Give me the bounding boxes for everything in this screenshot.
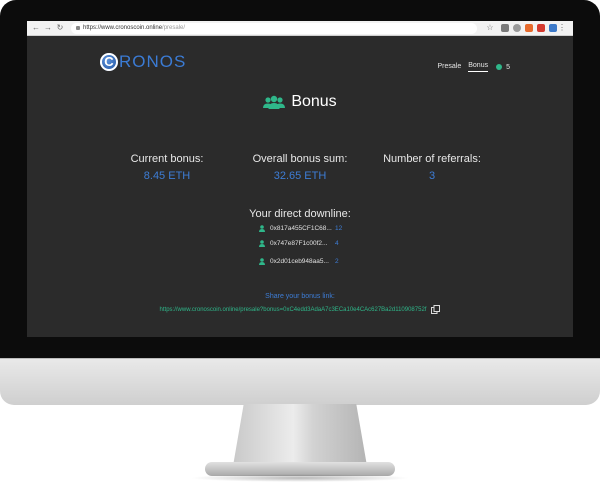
metamask-icon[interactable]	[525, 24, 533, 32]
user-icon	[259, 258, 265, 265]
extension-icon[interactable]	[501, 24, 509, 32]
star-icon[interactable]: ☆	[485, 23, 495, 33]
browser-toolbar: ← → ↻ https://www.cronoscoin.online/pres…	[27, 21, 573, 36]
downline-address: 0x747e87F1c00f2...	[270, 240, 328, 247]
downline-count: 4	[335, 240, 339, 247]
screen: ← → ↻ https://www.cronoscoin.online/pres…	[27, 21, 573, 337]
address-bar[interactable]: https://www.cronoscoin.online/presale/	[71, 22, 477, 34]
downline-address: 0x817a455CF1C68...	[270, 225, 332, 232]
extension-icon[interactable]	[537, 24, 545, 32]
downline-count: 2	[335, 258, 339, 265]
logo-text: RONOS	[119, 52, 187, 71]
share-label: Share your bonus link:	[265, 293, 335, 300]
coin-count: 5	[506, 63, 510, 71]
stat-value: 3	[428, 170, 436, 182]
stat-current-bonus: Current bonus: 8.45 ETH	[97, 153, 237, 182]
stand-shadow	[190, 474, 410, 482]
downline-row[interactable]: 0x747e87F1c00f2... 4	[259, 240, 339, 247]
extension-icon[interactable]	[513, 24, 521, 32]
nav-presale[interactable]: Presale	[438, 63, 462, 72]
user-icon	[259, 240, 265, 247]
url-host: https://www.cronoscoin.online	[83, 25, 163, 31]
stat-value: 8.45 ETH	[143, 170, 191, 182]
stat-value: 32.65 ETH	[273, 170, 327, 182]
reload-icon[interactable]: ↻	[55, 23, 65, 33]
copy-icon[interactable]	[431, 305, 441, 314]
stat-label: Overall bonus sum:	[252, 153, 348, 165]
nav-bonus[interactable]: Bonus	[468, 62, 489, 72]
share-link: https://www.cronoscoin.online/presale?bo…	[27, 305, 573, 314]
monitor-stand	[233, 404, 367, 466]
page-title: Bonus	[27, 93, 573, 111]
site-header: C RONOS Presale Bonus 5	[27, 36, 573, 94]
stat-label: Number of referrals:	[383, 153, 481, 165]
stat-referrals: Number of referrals: 3	[362, 153, 502, 182]
back-icon[interactable]: ←	[31, 23, 41, 33]
shield-icon[interactable]	[549, 24, 557, 32]
users-icon	[263, 95, 286, 109]
downline-address: 0x2d01ceb948aa5...	[270, 258, 329, 265]
share-url[interactable]: https://www.cronoscoin.online/presale?bo…	[160, 307, 427, 313]
coin-icon	[496, 64, 503, 70]
logo[interactable]: C RONOS	[100, 52, 186, 72]
page-title-text: Bonus	[291, 93, 337, 110]
lock-icon	[76, 26, 80, 30]
stat-label: Current bonus:	[130, 153, 204, 165]
url-path: /presale/	[162, 25, 186, 31]
downline-title: Your direct downline:	[249, 208, 351, 220]
stat-overall-bonus: Overall bonus sum: 32.65 ETH	[230, 153, 370, 182]
downline-count: 12	[335, 225, 343, 232]
forward-icon[interactable]: →	[43, 23, 53, 33]
monitor-chin	[0, 358, 600, 405]
site-nav: Presale Bonus 5	[431, 62, 510, 72]
user-icon	[259, 225, 265, 232]
downline-row[interactable]: 0x817a455CF1C68... 12	[259, 225, 342, 232]
downline-row[interactable]: 0x2d01ceb948aa5... 2	[259, 258, 339, 265]
menu-icon[interactable]: ⋮	[557, 23, 567, 33]
logo-mark: C	[100, 53, 118, 71]
